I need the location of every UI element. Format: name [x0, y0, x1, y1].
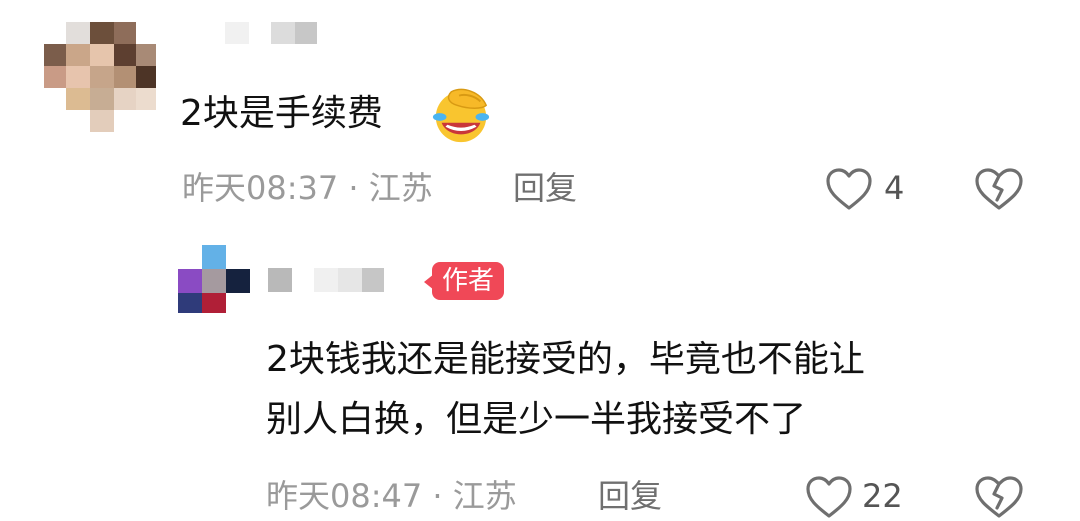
username-redacted[interactable]: [225, 22, 325, 44]
author-badge: 作者: [432, 262, 505, 300]
reply-button[interactable]: 回复: [513, 168, 577, 208]
broken-heart-icon[interactable]: [972, 166, 1026, 212]
comment-line: 2块钱我还是能接受的，毕竟也不能让: [266, 339, 865, 380]
heart-outline-icon[interactable]: [804, 474, 854, 520]
reply-button[interactable]: 回复: [598, 476, 662, 516]
broken-heart-icon[interactable]: [972, 474, 1026, 520]
heart-outline-icon[interactable]: [824, 166, 874, 212]
comment-meta: 昨天08:37 · 江苏: [182, 169, 433, 207]
like-count: 4: [884, 169, 905, 207]
avatar[interactable]: [44, 22, 156, 134]
comment-text: 2块钱我还是能接受的，毕竟也不能让 别人白换，但是少一半我接受不了: [266, 330, 1026, 450]
comment-meta: 昨天08:47 · 江苏: [266, 477, 517, 515]
username-redacted[interactable]: [268, 268, 388, 294]
comment-line: 别人白换，但是少一半我接受不了: [266, 399, 807, 440]
avatar[interactable]: [178, 245, 250, 317]
comment-text: 2块是手续费: [180, 93, 383, 134]
like-count: 22: [862, 477, 903, 515]
face-palm-crying-laughing-emoji: [432, 88, 490, 143]
